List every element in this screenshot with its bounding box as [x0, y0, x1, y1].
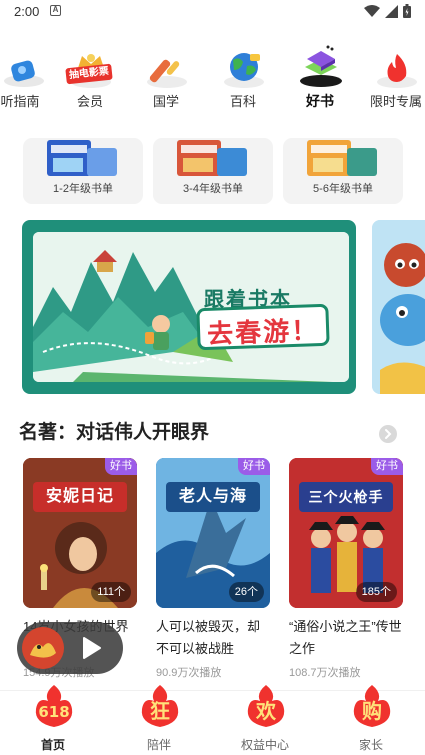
bottom-navigation: 618 首页 狂 陪伴 欢 权益中心 购 家长: [0, 685, 425, 755]
category-tab-guoxue[interactable]: 国学: [130, 40, 202, 116]
category-label: 好书: [306, 93, 334, 109]
banner-subheadline-frame: 去春游！: [196, 303, 330, 351]
grade-booklists: 1-2年级书单 3-4年级书单 5-6年级书单: [0, 138, 425, 206]
status-time: 2:00: [14, 4, 40, 19]
category-label: 百科: [229, 94, 256, 109]
episode-count: 26个: [228, 582, 264, 602]
book-cover-title: 老人与海: [166, 482, 260, 512]
book-cover-title: 三个火枪手: [299, 482, 393, 512]
banner-subheadline: 去春游！: [206, 315, 320, 349]
nav-companion[interactable]: 狂 陪伴: [106, 685, 212, 755]
promo-huan-badge-icon: 欢: [247, 685, 285, 727]
section-title: 名著：对话伟人开眼界: [19, 422, 210, 443]
svg-text:狂: 狂: [150, 699, 170, 723]
svg-text:购: 购: [362, 699, 382, 723]
category-tabs: 听指南 抽电影票 会员 国学 百科 好书 限时专属: [0, 40, 425, 120]
category-label: 会员: [76, 94, 103, 109]
section-more-button[interactable]: [379, 425, 397, 443]
book-cover-title: 安妮日记: [33, 482, 127, 512]
nav-label: 首页: [40, 738, 65, 752]
nav-label: 陪伴: [146, 738, 171, 752]
promo-gou-badge-icon: 购: [353, 685, 391, 727]
category-tab-encyclopedia[interactable]: 百科: [207, 40, 279, 116]
flame-icon: [377, 54, 417, 88]
book-covers-image: [177, 140, 247, 176]
svg-text:618: 618: [38, 703, 69, 721]
book-tag: 好书: [105, 458, 137, 475]
status-indicators: [364, 4, 411, 18]
nav-benefits[interactable]: 欢 权益中心: [212, 685, 318, 755]
booklist-grade-1-2[interactable]: 1-2年级书单: [23, 138, 143, 204]
svg-text:欢: 欢: [255, 699, 277, 723]
episode-count: 111个: [91, 582, 131, 602]
ear-icon: [4, 60, 44, 87]
book-stack-icon: [300, 45, 342, 87]
now-playing-thumbnail[interactable]: [22, 627, 64, 669]
book-cover: 好书 安妮日记 111个: [23, 458, 137, 608]
booklist-grade-5-6[interactable]: 5-6年级书单: [283, 138, 403, 204]
book-tag: 好书: [371, 458, 403, 475]
book-tag: 好书: [238, 458, 270, 475]
category-tab-limited[interactable]: 限时专属: [360, 40, 425, 116]
status-bar: 2:00 A: [0, 0, 425, 24]
signal-icon: [385, 4, 398, 18]
book-cover: 好书 老人与海 26个: [156, 458, 270, 608]
book-covers-image: [47, 140, 117, 176]
booklist-label: 1-2年级书单: [53, 183, 113, 195]
play-count: 90.9万次播放: [156, 667, 222, 679]
promo-kuang-badge-icon: 狂: [141, 685, 179, 727]
nav-label: 权益中心: [240, 738, 289, 752]
booklist-label: 3-4年级书单: [183, 183, 243, 195]
promo-618-badge-icon: 618: [35, 685, 73, 727]
nav-parent[interactable]: 购 家长: [318, 685, 424, 755]
book-description: 人可以被毁灭，却不可以被战胜: [156, 619, 261, 656]
category-tab-guide[interactable]: 听指南: [0, 40, 56, 116]
category-label: 国学: [152, 94, 179, 109]
category-tab-member[interactable]: 抽电影票 会员: [54, 40, 126, 116]
next-banner-peek[interactable]: [372, 220, 425, 394]
wifi-icon: [364, 4, 380, 17]
chevron-right-icon: [385, 429, 392, 439]
mini-player[interactable]: [17, 622, 123, 674]
category-label: 限时专属: [369, 94, 422, 109]
booklist-label: 5-6年级书单: [313, 183, 373, 195]
notification-icon: A: [50, 5, 61, 16]
nav-label: 家长: [358, 738, 383, 752]
panda-illustration: [372, 220, 425, 394]
nav-home[interactable]: 618 首页: [0, 685, 106, 755]
booklist-grade-3-4[interactable]: 3-4年级书单: [153, 138, 273, 204]
play-icon[interactable]: [75, 633, 105, 663]
brush-icon: [147, 59, 187, 88]
book-description: “通俗小说之王”传世之作: [289, 619, 402, 656]
now-playing-cover-image: [22, 627, 64, 669]
book-covers-image: [307, 140, 377, 176]
play-count: 108.7万次播放: [289, 667, 361, 679]
episode-count: 185个: [355, 582, 397, 602]
category-tab-goodbooks[interactable]: 好书: [284, 40, 356, 116]
book-cover: 好书 三个火枪手 185个: [289, 458, 403, 608]
category-label: 听指南: [0, 94, 40, 109]
battery-icon: [403, 4, 411, 18]
globe-icon: [224, 53, 264, 88]
